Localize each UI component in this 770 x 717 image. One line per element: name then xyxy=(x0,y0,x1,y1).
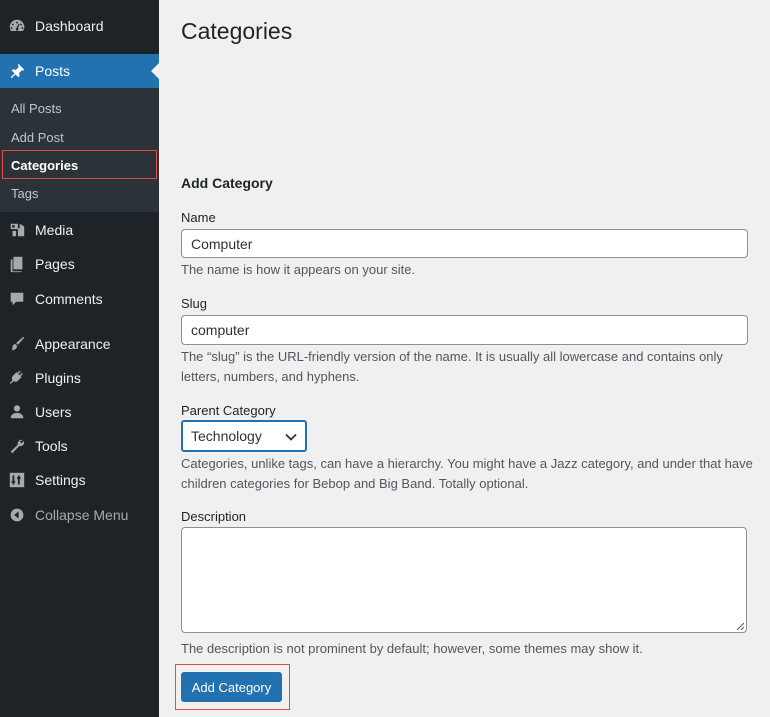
add-category-heading: Add Category xyxy=(181,175,273,191)
parent-category-help-text: Categories, unlike tags, can have a hier… xyxy=(181,456,753,491)
sidebar-item-label: Posts xyxy=(35,63,71,79)
slug-input-value: computer xyxy=(191,322,250,338)
sidebar-item-label: Users xyxy=(35,404,72,420)
slug-input[interactable]: computer xyxy=(181,315,748,345)
collapse-menu-button[interactable]: Collapse Menu xyxy=(0,498,159,532)
sidebar-item-label: Tools xyxy=(35,438,68,454)
pages-icon xyxy=(7,254,27,274)
submenu-label: Categories xyxy=(11,157,79,173)
wrench-icon xyxy=(7,436,27,456)
parent-category-select[interactable]: Technology xyxy=(181,420,307,452)
sidebar-item-comments[interactable]: Comments xyxy=(0,282,159,316)
sidebar-item-plugins[interactable]: Plugins xyxy=(0,361,159,395)
sidebar-item-posts[interactable]: Posts xyxy=(0,54,159,88)
pin-icon xyxy=(7,61,27,81)
submenu-label: Tags xyxy=(11,185,39,201)
name-label: Name xyxy=(181,210,216,225)
submenu-item-add-post[interactable]: Add Post xyxy=(0,123,159,151)
sidebar-item-dashboard[interactable]: Dashboard xyxy=(0,9,159,43)
collapse-menu-label: Collapse Menu xyxy=(35,507,129,523)
settings-icon xyxy=(7,470,27,490)
posts-submenu: All Posts Add Post Categories Tags xyxy=(0,88,159,212)
sidebar-item-settings[interactable]: Settings xyxy=(0,463,159,497)
sidebar-item-label: Settings xyxy=(35,472,86,488)
sidebar-item-label: Dashboard xyxy=(35,18,104,34)
parent-category-label: Parent Category xyxy=(181,403,276,418)
main-content: Categories Add Category Name Computer Th… xyxy=(159,0,770,717)
page-title: Categories xyxy=(181,18,293,44)
sidebar-item-label: Appearance xyxy=(35,336,111,352)
media-icon xyxy=(7,220,27,240)
sidebar-item-label: Pages xyxy=(35,256,75,272)
add-category-button-label: Add Category xyxy=(191,679,272,695)
description-label: Description xyxy=(181,509,247,524)
dashboard-icon xyxy=(7,16,27,36)
name-input-value: Computer xyxy=(191,235,253,252)
sidebar-item-label: Plugins xyxy=(35,370,81,386)
brush-icon xyxy=(7,334,27,354)
slug-label: Slug xyxy=(181,296,208,311)
admin-sidebar: Dashboard Posts All Posts Add Post Categ… xyxy=(0,0,159,717)
sidebar-item-label: Comments xyxy=(35,291,103,307)
parent-category-selected: Technology xyxy=(191,428,262,444)
plugin-icon xyxy=(7,368,27,388)
submenu-label: Add Post xyxy=(11,129,64,145)
sidebar-item-appearance[interactable]: Appearance xyxy=(0,327,159,361)
collapse-icon xyxy=(7,505,27,525)
user-icon xyxy=(7,402,27,422)
name-input[interactable]: Computer xyxy=(181,229,748,258)
resize-grip-icon[interactable] xyxy=(736,622,744,630)
sidebar-item-label: Media xyxy=(35,222,74,238)
sidebar-item-pages[interactable]: Pages xyxy=(0,247,159,281)
submenu-item-categories[interactable]: Categories xyxy=(0,151,159,179)
sidebar-item-tools[interactable]: Tools xyxy=(0,429,159,463)
slug-help-text: The “slug” is the URL-friendly version o… xyxy=(181,349,723,384)
name-help-text: The name is how it appears on your site. xyxy=(181,262,416,277)
description-help-text: The description is not prominent by defa… xyxy=(181,641,643,656)
chevron-down-icon xyxy=(285,428,297,444)
comments-icon xyxy=(7,289,27,309)
description-textarea[interactable] xyxy=(181,527,747,633)
sidebar-item-media[interactable]: Media xyxy=(0,213,159,247)
submenu-label: All Posts xyxy=(11,100,62,116)
submenu-item-all-posts[interactable]: All Posts xyxy=(0,94,159,122)
add-category-button[interactable]: Add Category xyxy=(181,672,282,702)
sidebar-item-users[interactable]: Users xyxy=(0,395,159,429)
submenu-item-tags[interactable]: Tags xyxy=(0,179,159,207)
